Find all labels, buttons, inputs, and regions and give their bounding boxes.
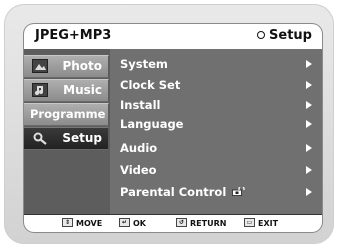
arrow-right-icon: [306, 120, 312, 128]
arrow-right-icon: [306, 81, 312, 89]
menu-item-label: Parental Control: [120, 185, 227, 199]
sidebar: Photo Music Programme Setup: [24, 49, 110, 214]
hint-move: ⇕ MOVE: [62, 218, 103, 228]
menu-item-parental-control[interactable]: Parental Control: [110, 182, 322, 202]
menu-item-language[interactable]: Language: [110, 114, 322, 134]
photo-icon: [32, 59, 48, 73]
menu-item-clock-set[interactable]: Clock Set: [110, 75, 322, 95]
exit-icon: ▭: [244, 218, 255, 227]
setup-menu: System Clock Set Install Language Audio: [110, 49, 322, 214]
hint-exit: ▭ EXIT: [244, 218, 279, 228]
tab-setup[interactable]: Setup: [24, 127, 109, 150]
menu-item-system[interactable]: System: [110, 54, 322, 74]
lock-icon: [232, 187, 245, 196]
menu-item-audio[interactable]: Audio: [110, 138, 322, 158]
mode-label: Setup: [269, 28, 312, 43]
menu-item-label-wrap: Parental Control: [120, 185, 246, 199]
music-icon: [32, 83, 48, 97]
header-bar: JPEG+MP3 Setup: [24, 24, 322, 50]
mode-indicator: Setup: [257, 28, 312, 43]
setup-icon: [33, 132, 47, 145]
tab-music[interactable]: Music: [24, 79, 109, 102]
menu-item-label: Clock Set: [120, 78, 181, 92]
osd-screen: JPEG+MP3 Setup Photo Music Programme Set…: [24, 24, 322, 232]
arrow-right-icon: [306, 166, 312, 174]
page-title: JPEG+MP3: [35, 28, 112, 43]
tab-photo[interactable]: Photo: [24, 55, 109, 78]
tab-label: Photo: [62, 59, 102, 73]
hint-return: ↺ RETURN: [176, 218, 227, 228]
tab-label: Music: [63, 83, 102, 97]
menu-item-video[interactable]: Video: [110, 160, 322, 180]
menu-item-label: Language: [120, 117, 184, 131]
arrow-right-icon: [306, 101, 312, 109]
enter-icon: ↵: [119, 218, 130, 227]
tv-frame: JPEG+MP3 Setup Photo Music Programme Set…: [0, 0, 338, 248]
hint-ok: ↵ OK: [119, 218, 146, 228]
footer-bar: ⇕ MOVE ↵ OK ↺ RETURN ▭ EXIT: [24, 214, 322, 232]
tab-label: Setup: [62, 131, 102, 145]
arrow-right-icon: [306, 144, 312, 152]
menu-item-label: Audio: [120, 141, 158, 155]
hint-label: RETURN: [190, 219, 227, 228]
menu-item-label: Install: [120, 98, 161, 112]
hint-label: EXIT: [258, 219, 279, 228]
tab-label: Programme: [30, 107, 106, 121]
arrow-right-icon: [306, 188, 312, 196]
bezel: JPEG+MP3 Setup Photo Music Programme Set…: [4, 4, 334, 244]
tab-programme[interactable]: Programme: [24, 103, 109, 126]
menu-item-label: Video: [120, 163, 157, 177]
menu-item-install[interactable]: Install: [110, 95, 322, 115]
updown-icon: ⇕: [62, 218, 73, 227]
hint-label: MOVE: [76, 219, 103, 228]
hint-label: OK: [133, 219, 146, 228]
menu-item-label: System: [120, 57, 168, 71]
return-icon: ↺: [176, 218, 187, 227]
arrow-right-icon: [306, 60, 312, 68]
circle-icon: [257, 30, 266, 39]
